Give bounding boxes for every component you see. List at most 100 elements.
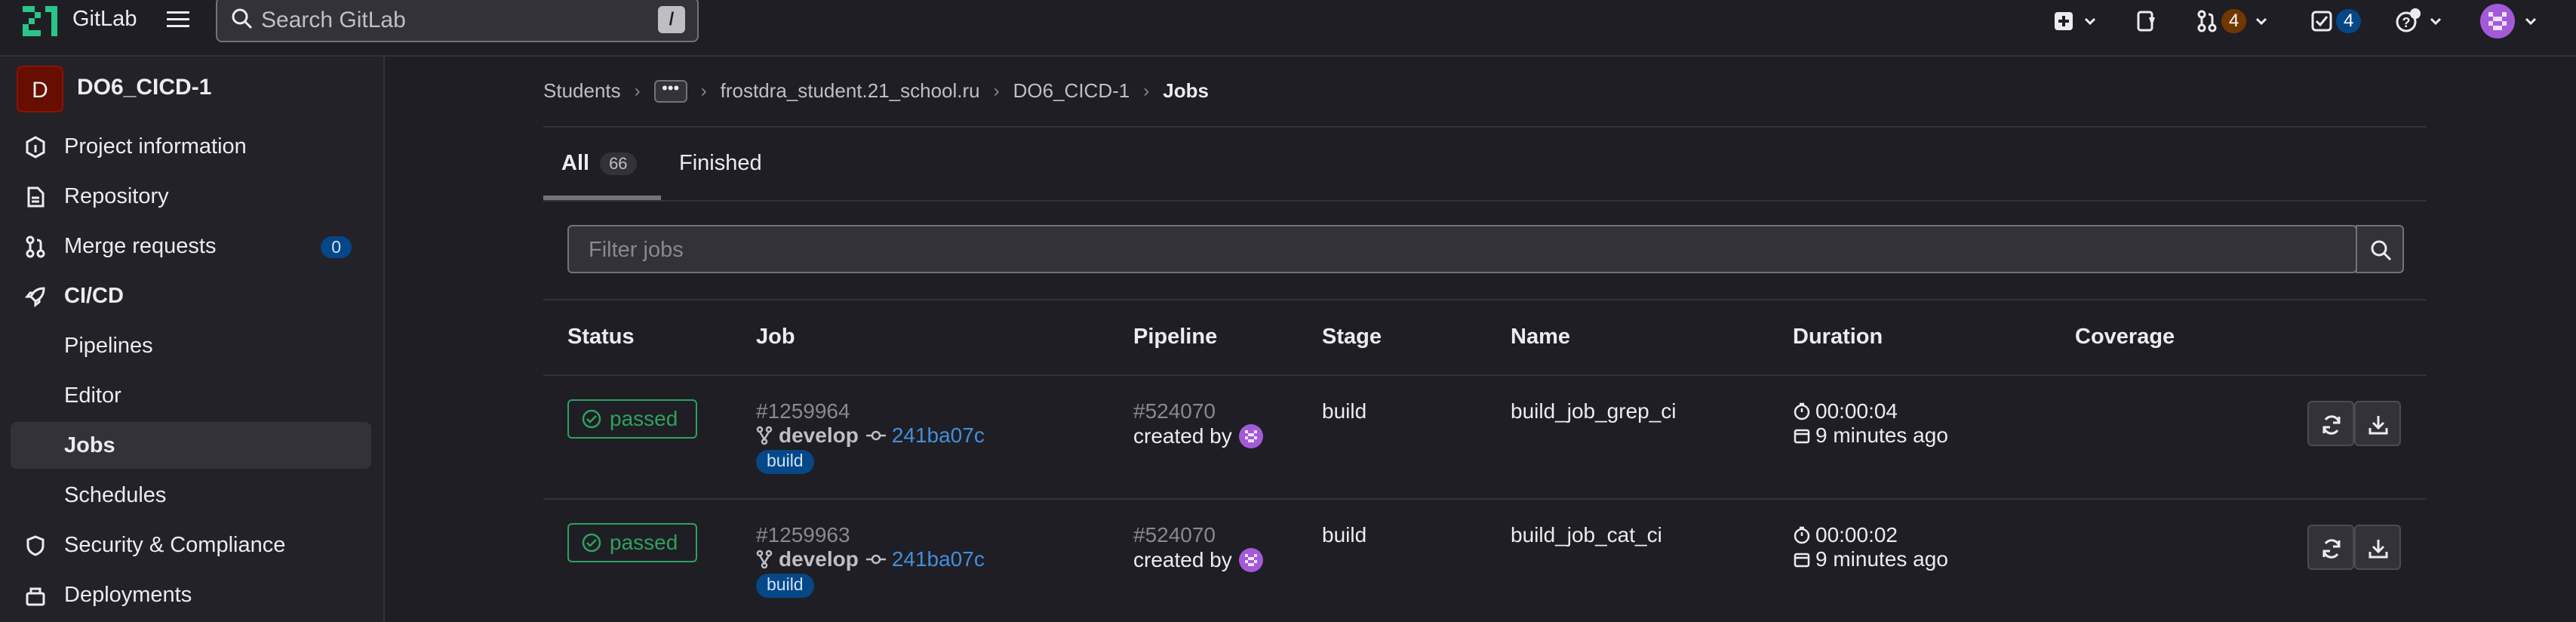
job-name: build_job_cat_ci: [1511, 523, 1662, 547]
tab-finished-label: Finished: [679, 151, 762, 175]
status-badge[interactable]: passed: [567, 399, 697, 439]
sidebar-item-label: Editor: [64, 383, 121, 408]
project-name[interactable]: DO6_CICD-1: [77, 75, 211, 100]
branch-name[interactable]: develop: [779, 547, 859, 571]
sidebar-item-repository[interactable]: Repository: [11, 173, 371, 220]
sidebar-item-cicd[interactable]: CI/CD: [11, 273, 371, 319]
merge-request-icon: [24, 236, 47, 258]
chevron-down-icon: [2254, 14, 2269, 29]
chevron-right-icon: ›: [700, 80, 707, 101]
breadcrumb-project[interactable]: DO6_CICD-1: [1013, 79, 1130, 103]
avatar[interactable]: [1238, 423, 1264, 449]
job-duration: 00:00:04: [1793, 399, 1898, 423]
breadcrumb-students[interactable]: Students: [543, 79, 621, 103]
sidebar: D DO6_CICD-1 Project information Reposit…: [0, 57, 385, 622]
breadcrumb-jobs[interactable]: Jobs: [1163, 79, 1209, 103]
stage-name: build: [1322, 523, 1367, 547]
chevron-down-icon: [2083, 14, 2098, 29]
breadcrumb-expand-button[interactable]: •••: [653, 79, 687, 103]
timer-icon: [1793, 526, 1811, 544]
todo-checkbox-icon: [2310, 10, 2333, 32]
sidebar-item-label: Repository: [64, 183, 169, 208]
search-shortcut: /: [658, 6, 685, 33]
search-icon: [231, 8, 254, 30]
project-avatar[interactable]: D: [17, 66, 63, 112]
status-badge[interactable]: passed: [567, 523, 697, 562]
tab-finished[interactable]: Finished: [679, 151, 762, 176]
column-header-job: Job: [756, 325, 795, 349]
commit-sha[interactable]: 241ba07c: [892, 423, 985, 448]
sidebar-item-editor[interactable]: Editor: [11, 372, 371, 419]
sidebar-item-label: CI/CD: [64, 283, 124, 308]
chevron-right-icon: ›: [634, 80, 641, 101]
sidebar-item-deployments[interactable]: Deployments: [11, 571, 371, 618]
help-icon: ?: [2395, 8, 2421, 34]
check-circle-icon: [581, 532, 610, 553]
divider: [543, 126, 2427, 128]
commit-sha[interactable]: 241ba07c: [892, 547, 985, 571]
shield-icon: [24, 534, 47, 557]
user-menu-dropdown[interactable]: [2479, 3, 2538, 39]
pipeline-id[interactable]: #524070: [1133, 523, 1216, 547]
breadcrumb: Students › ••• › frostdra_student.21_sch…: [543, 79, 1209, 103]
breadcrumb-user[interactable]: frostdra_student.21_school.ru: [721, 79, 980, 103]
retry-button[interactable]: [2307, 401, 2354, 446]
job-id[interactable]: #1259963: [756, 523, 850, 547]
job-name: build_job_grep_ci: [1511, 399, 1677, 423]
svg-text:?: ?: [2402, 15, 2411, 30]
top-bar: GitLab Search GitLab / 4 4 ?: [0, 0, 2576, 57]
check-circle-icon: [581, 408, 610, 430]
calendar-icon: [1793, 426, 1811, 445]
search-input[interactable]: Search GitLab /: [216, 0, 699, 42]
help-dropdown[interactable]: ?: [2395, 6, 2443, 36]
info-icon: [24, 136, 47, 159]
tab-all-count: 66: [600, 152, 637, 175]
pipeline-created-by: created by: [1133, 547, 1264, 573]
retry-button[interactable]: [2307, 525, 2354, 570]
merge-requests-dropdown[interactable]: 4: [2196, 6, 2269, 36]
job-duration: 00:00:02: [1793, 523, 1898, 547]
pipeline-id[interactable]: #524070: [1133, 399, 1216, 423]
filter-jobs-input[interactable]: Filter jobs: [567, 225, 2357, 273]
issues-button[interactable]: [2135, 6, 2158, 36]
brand-name[interactable]: GitLab: [72, 7, 137, 32]
chevron-right-icon: ›: [1143, 80, 1150, 101]
status-label: passed: [610, 531, 678, 554]
sidebar-item-merge-requests[interactable]: Merge requests 0: [11, 223, 371, 269]
timer-icon: [1793, 402, 1811, 420]
avatar: [2479, 3, 2516, 39]
sidebar-item-label: Security & Compliance: [64, 532, 286, 557]
sidebar-item-label: Project information: [64, 134, 247, 159]
divider: [543, 374, 2427, 376]
search-placeholder: Search GitLab: [261, 8, 406, 32]
download-artifacts-button[interactable]: [2354, 525, 2401, 570]
avatar[interactable]: [1238, 547, 1264, 573]
sidebar-item-jobs[interactable]: Jobs: [11, 422, 371, 469]
stage-name: build: [1322, 399, 1367, 423]
sidebar-item-schedules[interactable]: Schedules: [11, 472, 371, 519]
download-artifacts-button[interactable]: [2354, 401, 2401, 446]
created-by-label: created by: [1133, 548, 1232, 571]
document-icon: [24, 186, 47, 208]
job-finished-time: 9 minutes ago: [1793, 547, 1948, 571]
filter-search-button[interactable]: [2356, 225, 2404, 273]
sidebar-item-pipelines[interactable]: Pipelines: [11, 322, 371, 369]
tab-all-label: All: [561, 151, 590, 175]
divider: [543, 200, 2427, 202]
branch-name[interactable]: develop: [779, 423, 859, 448]
menu-icon[interactable]: [164, 6, 192, 33]
divider: [543, 299, 2427, 300]
sidebar-item-project-information[interactable]: Project information: [11, 123, 371, 170]
chevron-right-icon: ›: [993, 80, 1000, 101]
sidebar-item-security-compliance[interactable]: Security & Compliance: [11, 522, 371, 568]
create-new-dropdown[interactable]: [2052, 6, 2098, 36]
sidebar-item-label: Pipelines: [64, 333, 153, 358]
gitlab-logo-icon[interactable]: [23, 6, 59, 38]
todos-button[interactable]: 4: [2310, 6, 2362, 36]
stage-badge: build: [756, 574, 814, 598]
finished-value: 9 minutes ago: [1815, 423, 1948, 447]
job-id[interactable]: #1259964: [756, 399, 850, 423]
tab-all[interactable]: All 66: [561, 151, 637, 176]
pipeline-created-by: created by: [1133, 423, 1264, 449]
commit-icon: [865, 428, 886, 443]
